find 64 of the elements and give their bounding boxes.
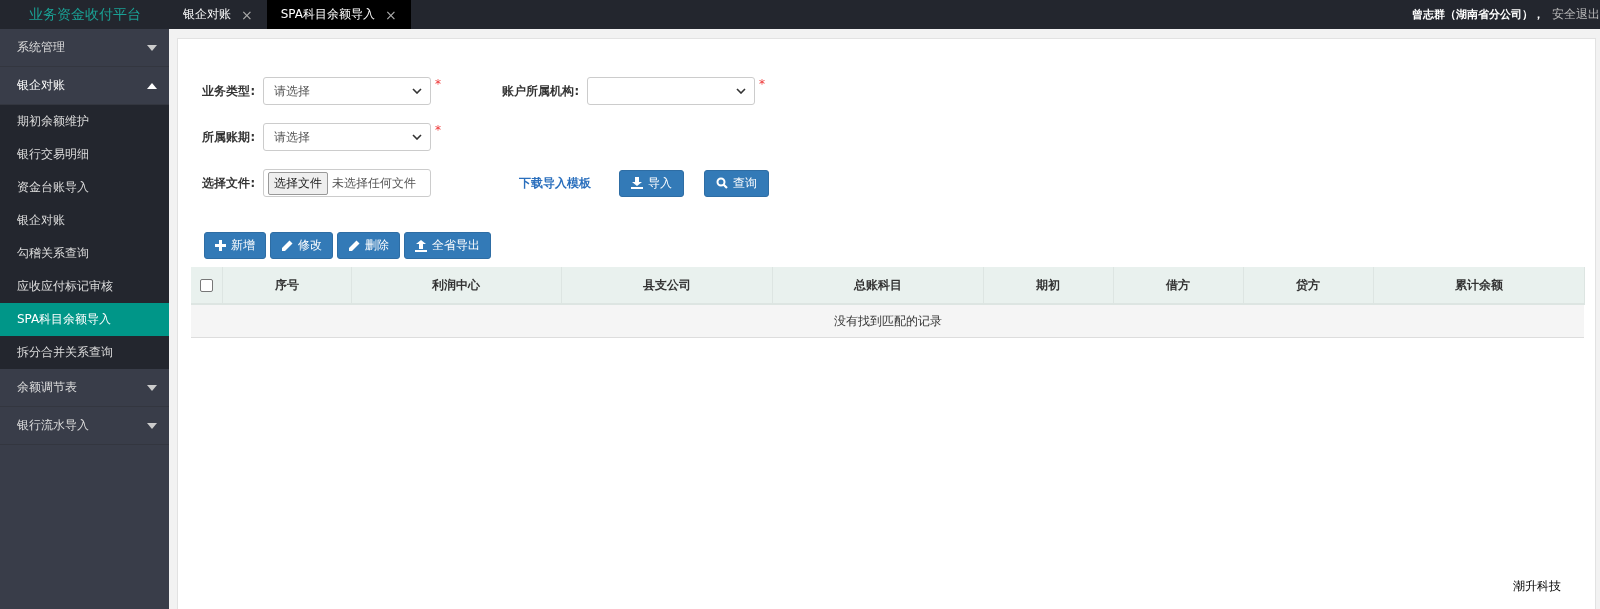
required-mark: * [435,77,441,91]
logout-link[interactable]: 安全退出 [1544,0,1600,29]
plus-icon [215,240,226,251]
query-button[interactable]: 查询 [704,169,769,197]
pencil-icon [281,239,293,252]
required-mark: * [435,123,441,137]
upload-icon [415,239,427,252]
select-field[interactable]: 请选择 [263,123,431,151]
field-label: 账户所属机构: [501,83,580,99]
column-header[interactable]: 期初 [983,267,1113,304]
file-field[interactable]: 选择文件 未选择任何文件 [263,169,431,197]
sidebar-item[interactable]: 银企对账 [0,204,169,237]
select-field[interactable]: 请选择 [263,77,431,105]
column-header[interactable]: 累计余额 [1373,267,1584,304]
edit-button[interactable]: 修改 [270,232,333,259]
sidebar-item[interactable]: 期初余额维护 [0,105,169,138]
caret-down-icon [147,384,157,391]
sidebar-item[interactable]: SPA科目余额导入 [0,303,169,336]
user-name: 曾志群（湖南省分公司）， [1412,7,1544,23]
group-label: 系统管理 [17,39,65,56]
export-button[interactable]: 全省导出 [404,232,491,259]
field-label: 业务类型: [201,83,256,99]
page-tab[interactable]: 银企对账 × [169,0,267,29]
close-icon[interactable]: × [385,6,397,23]
select-field[interactable] [587,77,755,105]
add-button[interactable]: 新增 [204,232,266,259]
file-status: 未选择任何文件 [332,174,416,192]
choose-file-button[interactable]: 选择文件 [268,171,328,195]
select-all-checkbox[interactable] [199,279,213,292]
column-header[interactable]: 总账科目 [772,267,983,304]
group-label: 银企对账 [17,77,65,94]
footer-text: 潮升科技 [1513,578,1562,595]
download-template-link[interactable]: 下载导入模板 [519,175,591,191]
search-icon [716,177,728,189]
column-header[interactable]: 序号 [222,267,351,304]
field-label: 选择文件: [201,175,256,191]
caret-up-icon [147,82,157,89]
delete-button[interactable]: 删除 [337,232,400,259]
column-header[interactable]: 县支公司 [561,267,772,304]
chevron-down-icon [412,88,422,94]
download-icon [631,177,643,189]
sidebar-item[interactable]: 拆分合并关系查询 [0,336,169,369]
tab-label: 银企对账 [183,6,231,23]
page-tab[interactable]: SPA科目余额导入 × [266,0,411,29]
sidebar-item[interactable]: 资金台账导入 [0,171,169,204]
group-label: 银行流水导入 [17,417,89,434]
sidebar-item[interactable]: 勾稽关系查询 [0,237,169,270]
column-header[interactable]: 利润中心 [351,267,561,304]
column-header[interactable]: 贷方 [1243,267,1373,304]
import-button[interactable]: 导入 [619,169,684,197]
sidebar-item[interactable]: 应收应付标记审核 [0,270,169,303]
sidebar-item[interactable]: 银行交易明细 [0,138,169,171]
pencil-icon [348,239,360,252]
required-mark: * [759,77,765,91]
column-header[interactable]: 借方 [1113,267,1243,304]
chevron-down-icon [412,134,422,140]
caret-down-icon [147,422,157,429]
field-label: 所属账期: [201,129,256,145]
group-label: 余额调节表 [17,379,77,396]
caret-down-icon [147,44,157,51]
tab-label: SPA科目余额导入 [280,6,376,23]
chevron-down-icon [736,88,746,94]
empty-message: 没有找到匹配的记录 [191,304,1584,338]
close-icon[interactable]: × [241,6,253,23]
